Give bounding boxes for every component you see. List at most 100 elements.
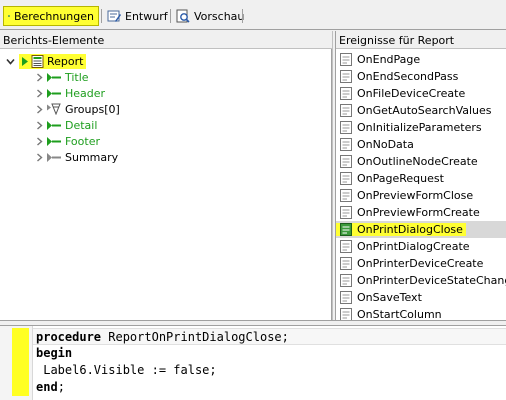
event-icon <box>340 240 352 253</box>
tree-item-label: Groups[0] <box>65 102 120 116</box>
tab-berechnungen[interactable]: Berechnungen <box>3 6 99 26</box>
event-icon <box>340 291 352 304</box>
event-icon <box>340 189 352 202</box>
event-item-selected[interactable]: OnPrintDialogClose <box>336 221 506 238</box>
report-elements-tree[interactable]: Report Title Header Groups[0] Detail Foo… <box>0 49 332 320</box>
tab-vorschau[interactable]: Vorschau <box>172 6 248 26</box>
event-item[interactable]: OnPageRequest <box>336 170 506 187</box>
code-line-3[interactable]: Label6.Visible := false; <box>36 362 217 379</box>
event-label: OnPageRequest <box>357 172 444 185</box>
gutter-highlight <box>12 328 29 396</box>
code-text: ; <box>57 380 65 394</box>
event-label: OnGetAutoSearchValues <box>357 104 492 117</box>
event-icon <box>340 53 352 66</box>
event-label: OnPreviewFormClose <box>357 189 474 202</box>
event-item[interactable]: OnSaveText <box>336 289 506 306</box>
calculations-icon <box>8 15 10 17</box>
event-icon <box>340 206 352 219</box>
event-item[interactable]: OnPrinterDeviceCreate <box>336 255 506 272</box>
tree-item-title[interactable]: Title <box>35 69 89 85</box>
collapsed-arrow-icon <box>37 120 43 130</box>
expanded-arrow-icon <box>6 58 15 65</box>
events-list[interactable]: OnEndPage OnEndSecondPass OnFileDeviceCr… <box>336 49 506 320</box>
code-text: Label6.Visible := false; <box>36 363 217 377</box>
event-item[interactable]: OnEndSecondPass <box>336 68 506 85</box>
tree-item-footer[interactable]: Footer <box>35 133 100 149</box>
event-item[interactable]: OnOutlineNodeCreate <box>336 153 506 170</box>
event-icon <box>340 87 352 100</box>
event-item[interactable]: OnPrinterDeviceStateChange <box>336 272 506 289</box>
event-item[interactable]: OnPreviewFormClose <box>336 187 506 204</box>
event-label: OnStartColumn <box>357 308 442 320</box>
event-label: OnPrintDialogClose <box>357 223 463 236</box>
tree-item-detail[interactable]: Detail <box>35 117 97 133</box>
event-icon <box>340 155 352 168</box>
tree-root-report[interactable]: Report <box>6 53 87 69</box>
green-arrow-icon <box>22 56 28 66</box>
event-item[interactable]: OnStartColumn <box>336 306 506 320</box>
code-keyword: begin <box>36 346 73 360</box>
tree-item-header[interactable]: Header <box>35 85 105 101</box>
report-elements-header: Berichts-Elemente <box>0 31 332 49</box>
design-icon <box>107 10 121 22</box>
event-icon <box>340 70 352 83</box>
tree-item-groups[interactable]: Groups[0] <box>35 101 120 117</box>
tab-bar-border <box>0 29 506 30</box>
tab-vorschau-label: Vorschau <box>194 9 245 23</box>
code-line-2[interactable]: begin <box>36 345 72 362</box>
tree-item-label: Footer <box>65 134 100 148</box>
tree-item-label: Title <box>65 70 89 84</box>
report-icon <box>31 54 44 68</box>
event-item[interactable]: OnEndPage <box>336 51 506 68</box>
event-item[interactable]: OnInitializeParameters <box>336 119 506 136</box>
preview-icon <box>176 9 190 23</box>
event-label: OnOutlineNodeCreate <box>357 155 478 168</box>
event-label: OnPrinterDeviceStateChange <box>357 274 506 287</box>
code-keyword: end <box>36 380 58 394</box>
collapsed-arrow-icon <box>37 136 43 146</box>
event-label: OnEndSecondPass <box>357 70 459 83</box>
tree-item-label: Detail <box>65 118 98 132</box>
code-editor[interactable]: procedure ReportOnPrintDialogClose; begi… <box>0 326 506 400</box>
event-item[interactable]: OnNoData <box>336 136 506 153</box>
tree-item-summary[interactable]: Summary <box>35 149 118 165</box>
code-line-1[interactable]: procedure ReportOnPrintDialogClose; <box>33 328 506 345</box>
collapsed-arrow-icon <box>37 104 43 114</box>
collapsed-arrow-icon <box>37 88 43 98</box>
event-label: OnFileDeviceCreate <box>357 87 466 100</box>
collapsed-arrow-icon <box>37 152 43 162</box>
band-icon <box>47 88 61 98</box>
event-icon <box>340 121 352 134</box>
band-icon <box>47 152 61 162</box>
tree-root-highlight: Report <box>19 53 87 69</box>
tab-entwurf-label: Entwurf <box>125 9 168 23</box>
tab-separator <box>170 9 171 23</box>
tab-entwurf[interactable]: Entwurf <box>103 6 172 26</box>
tree-item-label: Summary <box>65 150 119 164</box>
collapsed-arrow-icon <box>37 72 43 82</box>
band-icon <box>47 120 61 130</box>
code-text: ReportOnPrintDialogClose; <box>101 330 289 344</box>
event-label: OnPreviewFormCreate <box>357 206 480 219</box>
event-item[interactable]: OnPrintDialogCreate <box>336 238 506 255</box>
event-label: OnSaveText <box>357 291 422 304</box>
tree-item-label: Header <box>65 86 106 100</box>
event-icon <box>340 138 352 151</box>
tree-root-label: Report <box>47 54 84 68</box>
tab-berechnungen-label: Berechnungen <box>13 9 94 23</box>
event-item[interactable]: OnGetAutoSearchValues <box>336 102 506 119</box>
code-line-4[interactable]: end; <box>36 379 65 396</box>
event-icon <box>340 274 352 287</box>
selected-event-highlight: OnPrintDialogClose <box>336 223 466 236</box>
band-icon <box>47 136 61 146</box>
event-label: OnInitializeParameters <box>357 121 482 134</box>
group-icon <box>47 103 61 115</box>
event-icon <box>340 257 352 270</box>
tab-separator <box>242 9 243 23</box>
event-label: OnNoData <box>357 138 414 151</box>
tab-bar: Berechnungen Entwurf Vorschau <box>0 0 506 30</box>
event-item[interactable]: OnPreviewFormCreate <box>336 204 506 221</box>
event-icon <box>340 172 352 185</box>
event-item[interactable]: OnFileDeviceCreate <box>336 85 506 102</box>
band-icon <box>47 72 61 82</box>
